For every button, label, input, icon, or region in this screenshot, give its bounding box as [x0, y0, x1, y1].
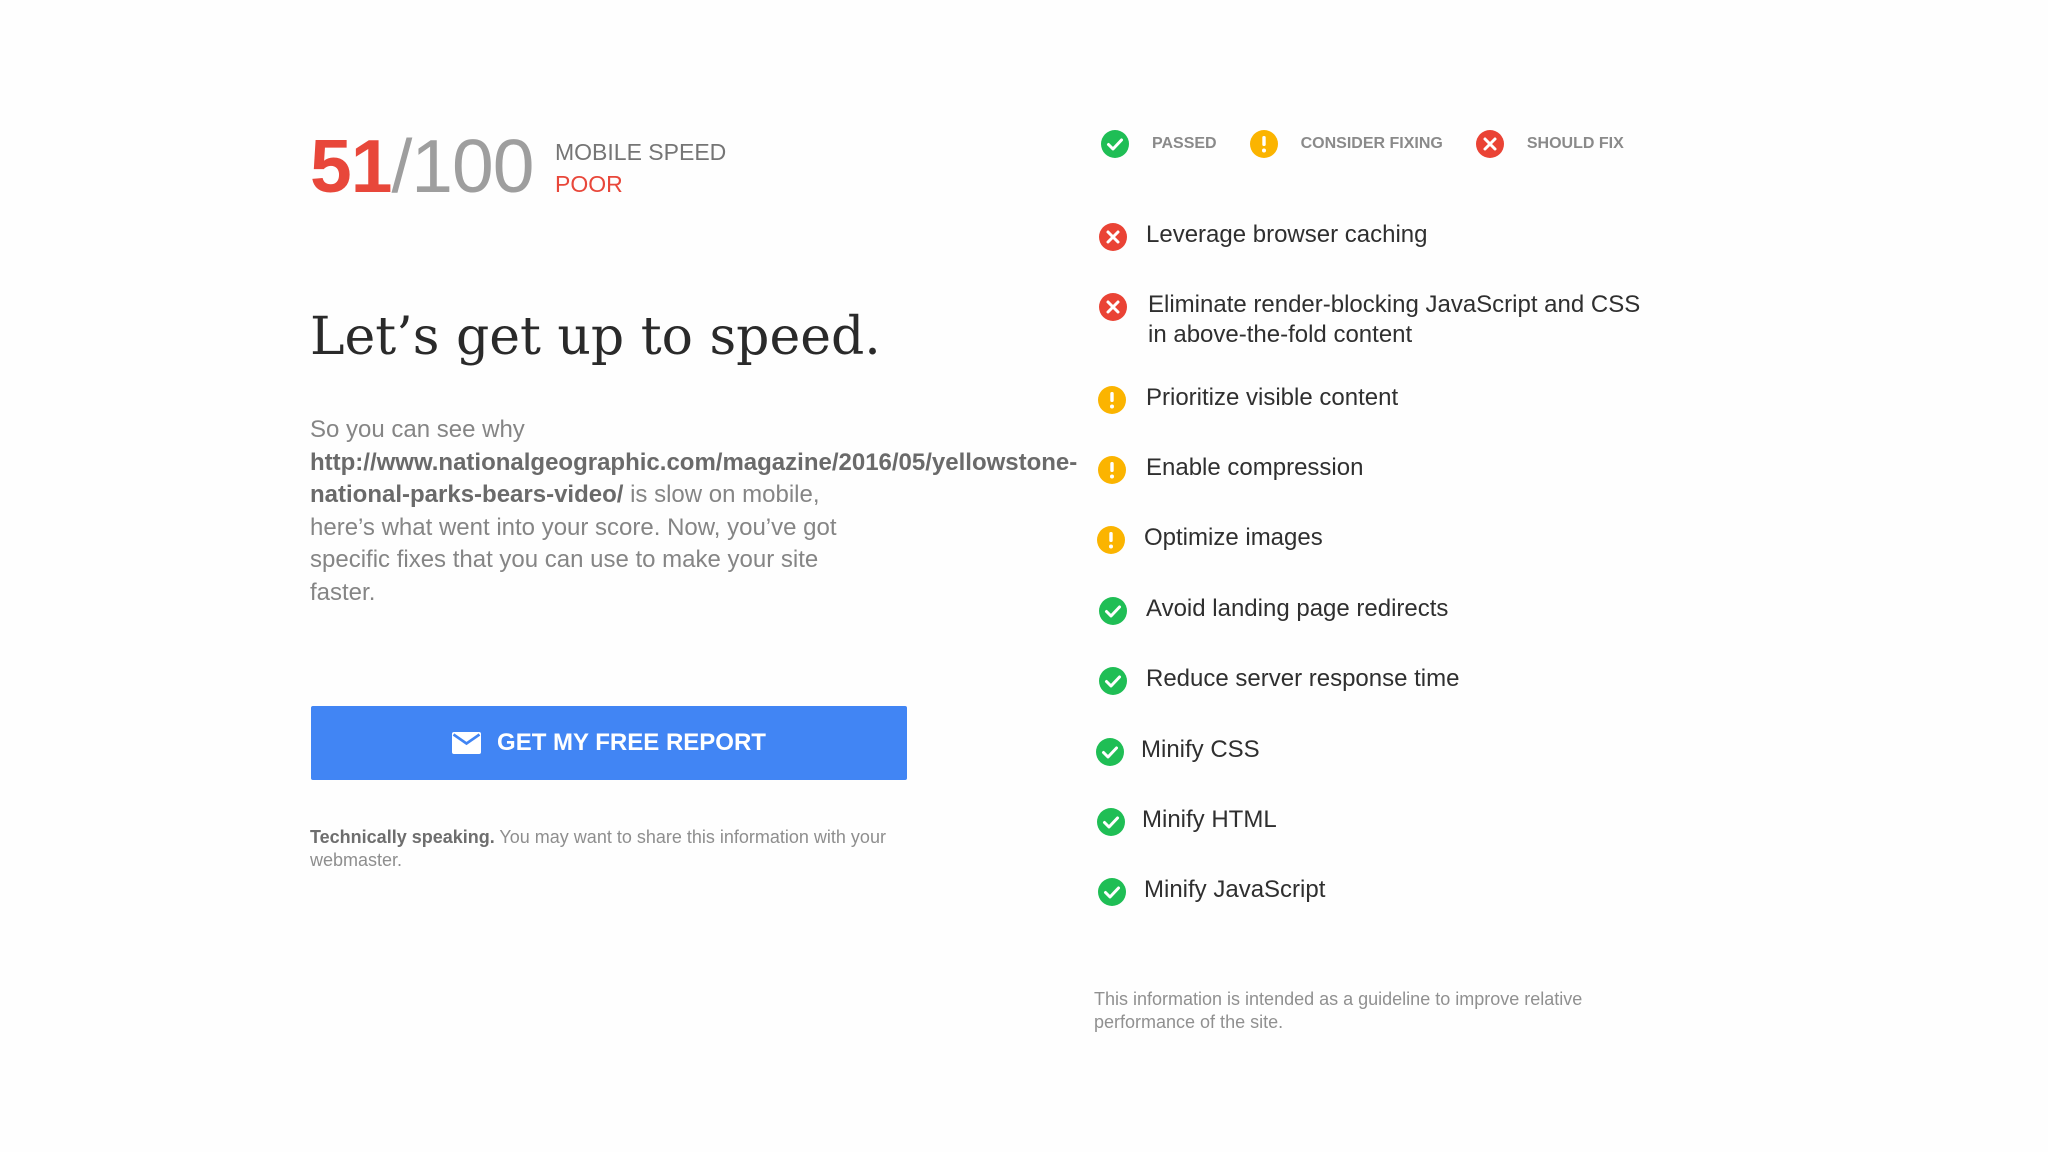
rule-item: Eliminate render-blocking JavaScript and…: [1098, 290, 1648, 350]
rule-label: Eliminate render-blocking JavaScript and…: [1148, 291, 1641, 348]
rule-label: Prioritize visible content: [1146, 384, 1399, 411]
get-free-report-label: GET MY FREE REPORT: [497, 729, 766, 756]
rule-item: Minify HTML: [1096, 805, 1277, 837]
fix-x-icon: [1098, 292, 1128, 322]
rule-item: Minify JavaScript: [1097, 875, 1325, 907]
rule-label: Minify HTML: [1142, 806, 1277, 833]
rule-item: Reduce server response time: [1098, 664, 1459, 696]
speed-rating: POOR: [555, 171, 623, 197]
rule-item: Prioritize visible content: [1097, 383, 1398, 415]
speed-label: MOBILE SPEED: [555, 139, 727, 165]
rule-item: Optimize images: [1096, 523, 1323, 555]
status-legend: PASSED CONSIDER FIXING SHOULD FIX: [1100, 128, 1656, 160]
rule-item: Enable compression: [1097, 453, 1363, 485]
site-url-line2: national-parks-bears-video/: [310, 481, 624, 508]
passed-check-icon: [1100, 129, 1130, 159]
legend-label-passed: PASSED: [1152, 135, 1217, 152]
rule-label: Avoid landing page redirects: [1146, 595, 1449, 622]
passed-check-icon: [1098, 666, 1128, 696]
legend-label-consider: CONSIDER FIXING: [1300, 135, 1443, 152]
rule-label: Optimize images: [1144, 524, 1323, 551]
note-bold: Technically speaking.: [310, 827, 495, 847]
consider-warning-icon: [1096, 525, 1126, 555]
consider-warning-icon: [1097, 455, 1127, 485]
speed-meta: MOBILE SPEED POOR: [555, 136, 726, 200]
consider-warning-icon: [1097, 385, 1127, 415]
description: So you can see why http://www.nationalge…: [310, 414, 1077, 609]
rule-label: Leverage browser caching: [1146, 221, 1428, 248]
mail-icon: [452, 732, 482, 754]
rule-label: Enable compression: [1146, 454, 1364, 481]
webmaster-note: Technically speaking. You may want to sh…: [310, 826, 910, 871]
fix-x-icon: [1475, 129, 1505, 159]
get-free-report-button[interactable]: GET MY FREE REPORT: [311, 706, 907, 780]
passed-check-icon: [1096, 807, 1126, 837]
rule-item: Leverage browser caching: [1098, 220, 1428, 252]
legend-label-fix: SHOULD FIX: [1526, 135, 1624, 152]
legend-fix: SHOULD FIX: [1475, 129, 1624, 159]
disclaimer: This information is intended as a guidel…: [1094, 989, 1583, 1032]
speed-score: 51/100: [310, 124, 534, 208]
rule-label: Minify JavaScript: [1144, 876, 1326, 903]
score-total: /100: [391, 124, 534, 208]
passed-check-icon: [1097, 877, 1127, 907]
consider-warning-icon: [1249, 129, 1279, 159]
fix-x-icon: [1098, 222, 1128, 252]
rule-label: Reduce server response time: [1146, 665, 1460, 692]
page-title: Let’s get up to speed.: [310, 307, 881, 367]
rule-item: Avoid landing page redirects: [1098, 594, 1448, 626]
score-value: 51: [310, 124, 392, 208]
site-url-line1: http://www.nationalgeographic.com/magazi…: [310, 448, 1078, 476]
legend-passed: PASSED: [1100, 129, 1217, 159]
passed-check-icon: [1095, 737, 1125, 767]
rule-item: Minify CSS: [1095, 735, 1260, 767]
rule-label: Minify CSS: [1141, 736, 1260, 763]
passed-check-icon: [1098, 596, 1128, 626]
description-intro: So you can see why: [310, 416, 525, 443]
legend-consider: CONSIDER FIXING: [1249, 129, 1443, 159]
